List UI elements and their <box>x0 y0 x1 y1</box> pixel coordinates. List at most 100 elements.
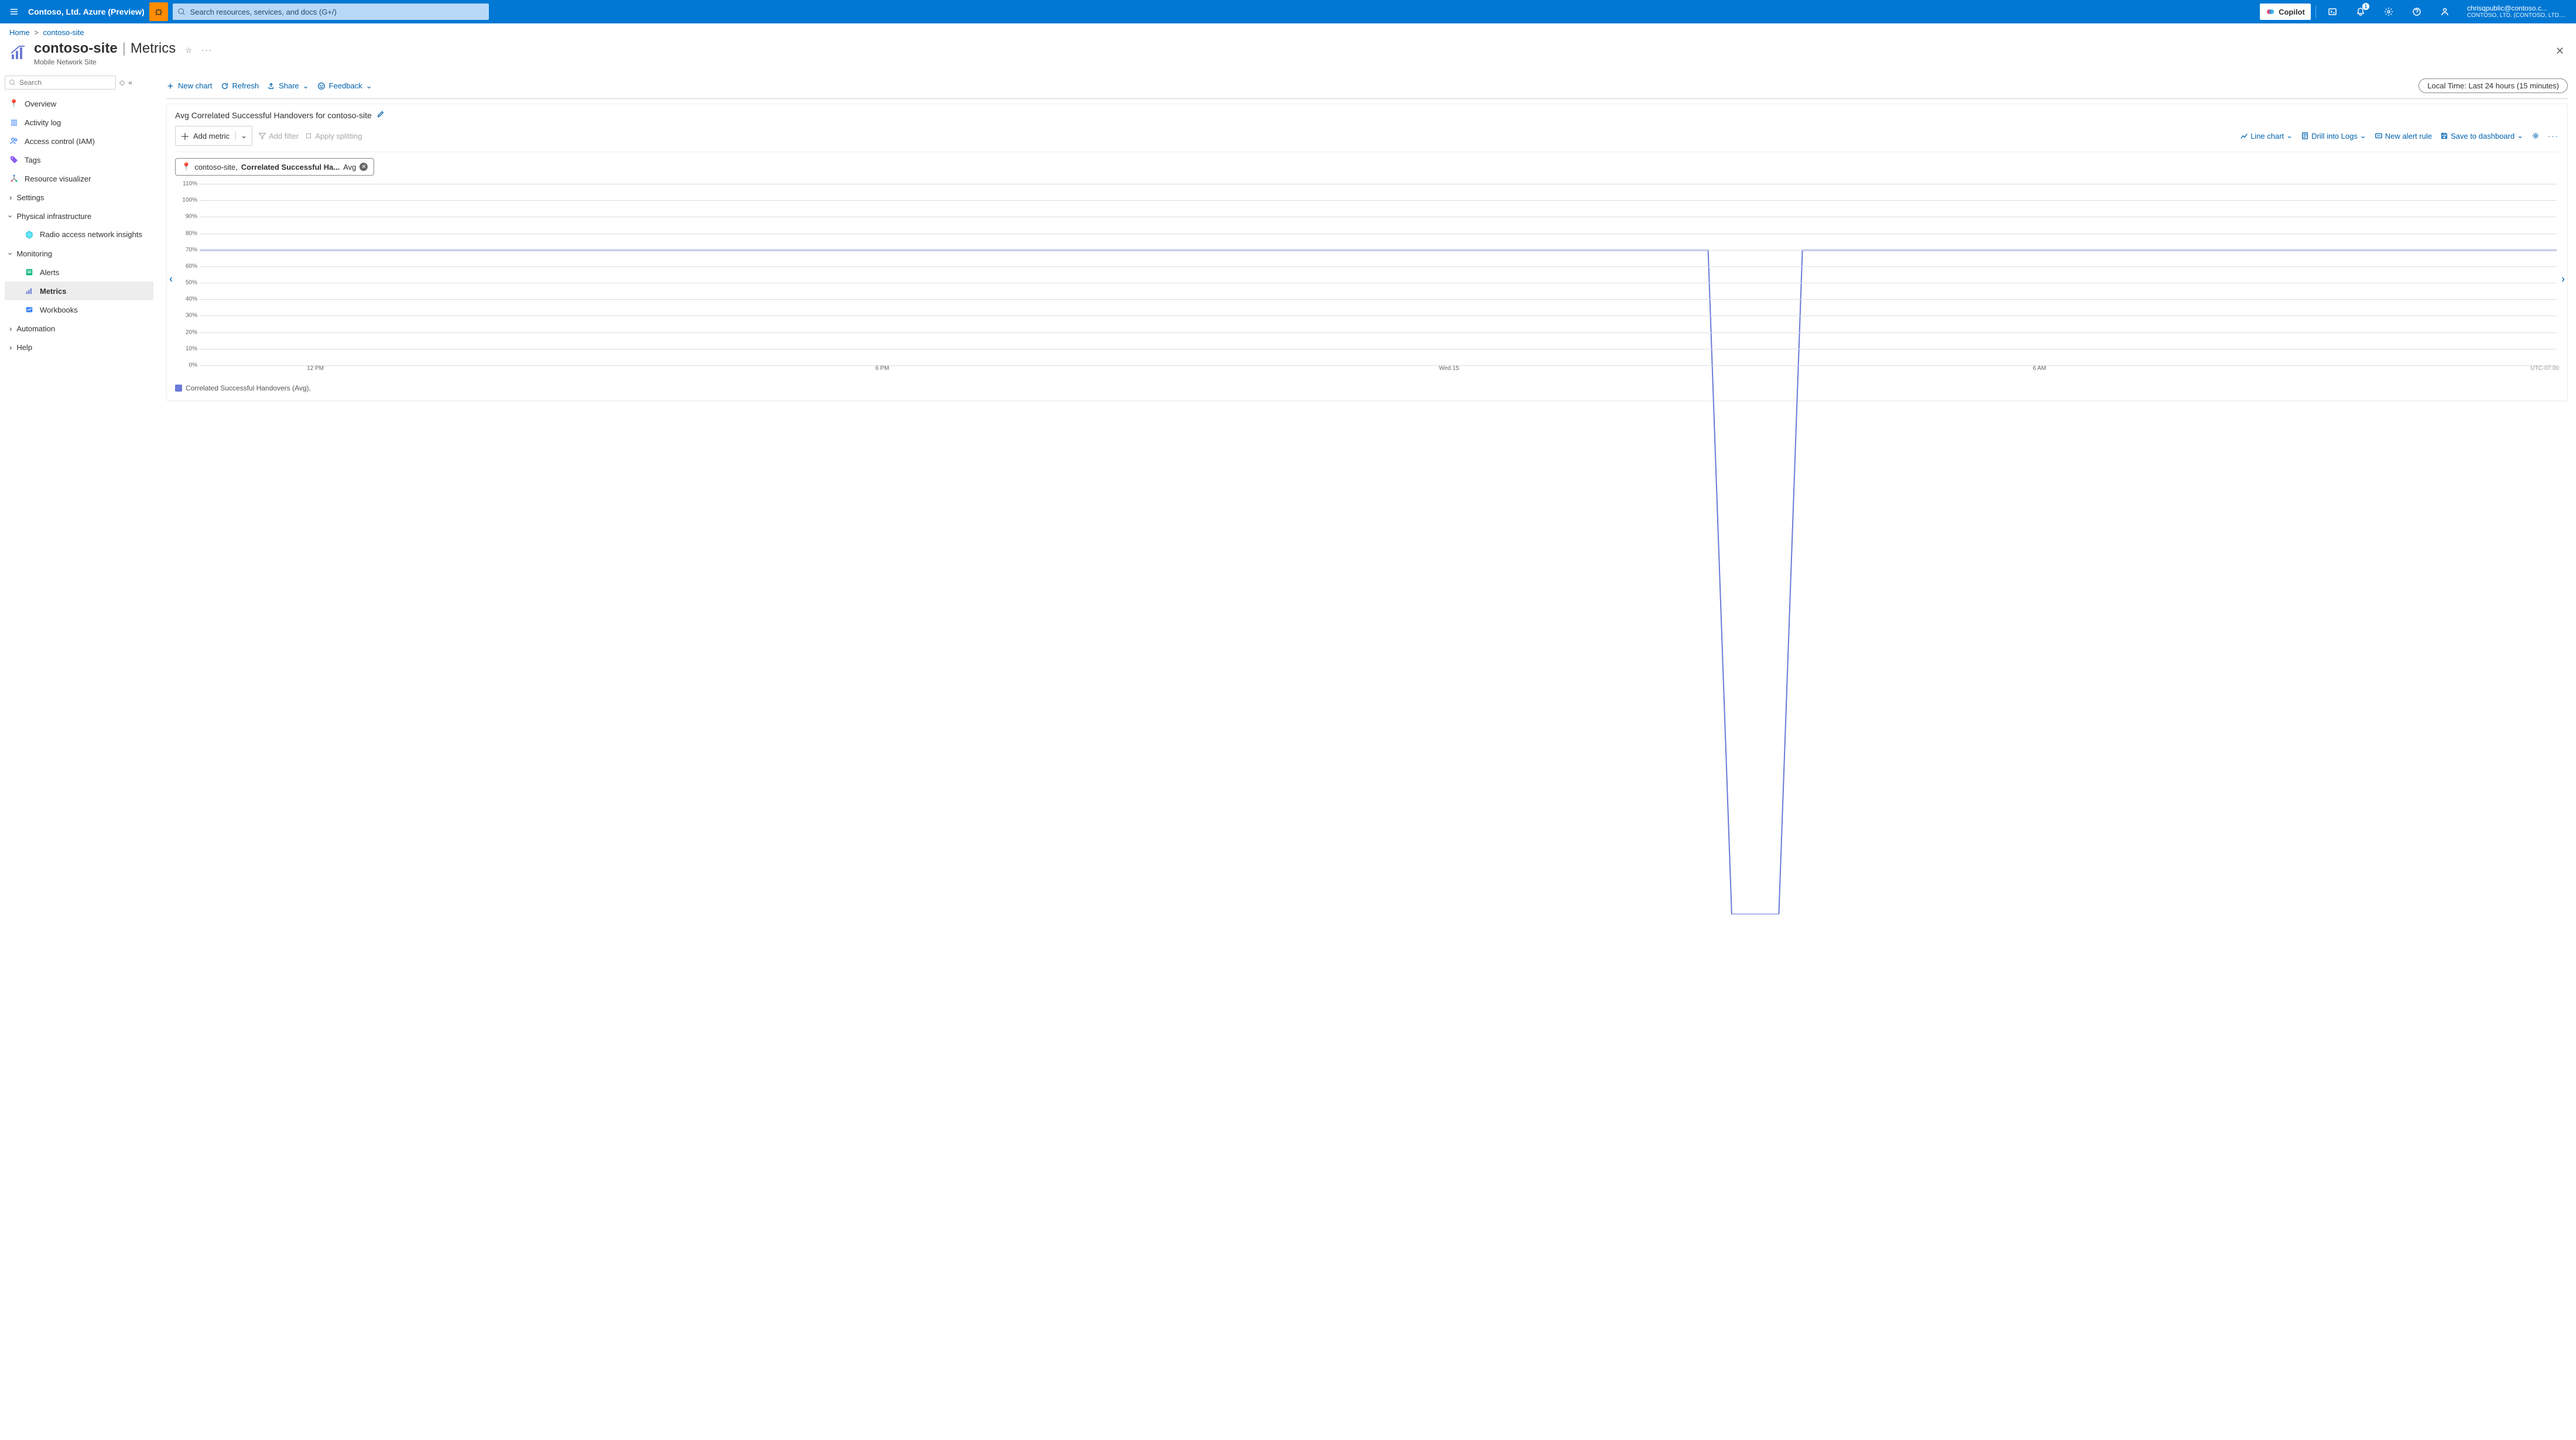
sidebar-item-tags[interactable]: Tags <box>5 150 153 169</box>
sidebar-item-activity-log[interactable]: ▥ Activity log <box>5 113 153 132</box>
sidebar-item-label: Workbooks <box>40 306 78 314</box>
chevron-down-icon: ⌄ <box>303 81 309 91</box>
sidebar-search-input[interactable] <box>18 78 112 87</box>
global-search[interactable] <box>173 4 489 20</box>
search-icon <box>9 79 16 86</box>
edit-title-button[interactable] <box>376 110 385 120</box>
new-alert-rule-button[interactable]: New alert rule <box>2375 132 2432 140</box>
metric-pill[interactable]: 📍 contoso-site, Correlated Successful Ha… <box>175 158 374 176</box>
save-to-dashboard-button[interactable]: Save to dashboard ⌄ <box>2440 131 2523 140</box>
chart-settings-button[interactable] <box>2532 132 2540 140</box>
share-button[interactable]: Share ⌄ <box>267 81 309 91</box>
cube-icon <box>25 230 34 239</box>
chevron-down-icon[interactable]: ⌄ <box>235 131 247 140</box>
menu-toggle-button[interactable] <box>5 2 23 21</box>
breadcrumb-home[interactable]: Home <box>9 28 30 37</box>
sidebar: ◇ « 📍 Overview ▥ Activity log Access con… <box>0 73 158 1440</box>
chart-x-axis: UTC-07:00 12 PM6 PMWed 156 AM <box>197 365 2559 377</box>
refresh-button[interactable]: Refresh <box>221 81 259 90</box>
account-menu[interactable]: chrisqpublic@contoso.c... CONTOSO, LTD. … <box>2461 5 2571 19</box>
sidebar-item-resource-visualizer[interactable]: Resource visualizer <box>5 169 153 188</box>
chart-next-button[interactable]: › <box>2561 273 2565 286</box>
chart-type-picker[interactable]: Line chart ⌄ <box>2240 131 2293 140</box>
y-tick-label: 50% <box>177 280 197 286</box>
global-search-input[interactable] <box>189 7 484 17</box>
y-tick-label: 20% <box>177 329 197 335</box>
chart-canvas[interactable]: 110%100%90%80%70%60%50%40%30%20%10%0% <box>177 184 2557 365</box>
sidebar-search[interactable] <box>5 76 116 90</box>
sidebar-section-label: Settings <box>16 193 44 202</box>
chart-prev-button[interactable]: ‹ <box>169 273 173 286</box>
sidebar-section-monitoring[interactable]: › Monitoring <box>5 244 153 263</box>
sidebar-section-settings[interactable]: › Settings <box>5 188 153 207</box>
sidebar-section-label: Help <box>16 343 32 352</box>
y-tick-label: 10% <box>177 345 197 352</box>
drill-logs-label: Drill into Logs <box>2311 132 2358 140</box>
new-chart-button[interactable]: New chart <box>166 81 213 90</box>
apply-splitting-button[interactable]: Apply splitting <box>304 132 362 140</box>
sidebar-expand-toggle[interactable]: ◇ <box>119 78 125 87</box>
y-tick-label: 110% <box>177 181 197 187</box>
sidebar-item-label: Radio access network insights <box>40 230 142 239</box>
chevron-down-icon: ⌄ <box>366 81 372 91</box>
sidebar-item-workbooks[interactable]: Workbooks <box>5 300 153 319</box>
notification-badge: 1 <box>2362 3 2369 10</box>
sidebar-item-metrics[interactable]: Metrics <box>5 282 153 300</box>
help-button[interactable] <box>2405 0 2428 23</box>
sidebar-section-physical[interactable]: › Physical infrastructure <box>5 207 153 225</box>
sidebar-section-label: Physical infrastructure <box>16 212 91 221</box>
notifications-button[interactable]: 1 <box>2349 0 2372 23</box>
sidebar-item-label: Activity log <box>25 118 61 127</box>
main-content: New chart Refresh Share ⌄ Feedback ⌄ Loc… <box>158 73 2576 1440</box>
breadcrumb-resource[interactable]: contoso-site <box>43 28 84 37</box>
report-bug-button[interactable] <box>149 2 168 21</box>
metric-pill-agg: Avg <box>343 163 356 172</box>
org-name[interactable]: Contoso, Ltd. Azure (Preview) <box>28 7 145 16</box>
favorite-button[interactable]: ☆ <box>185 46 192 55</box>
metrics-icon <box>25 286 34 296</box>
remove-metric-button[interactable]: ✕ <box>359 163 368 171</box>
people-icon <box>9 136 19 146</box>
close-blade-button[interactable]: ✕ <box>2556 45 2564 57</box>
resource-type-label: Mobile Network Site <box>34 58 213 66</box>
x-tick-label: Wed 15 <box>1439 365 1459 372</box>
y-tick-label: 0% <box>177 362 197 369</box>
top-bar: Contoso, Ltd. Azure (Preview) Copilot 1 … <box>0 0 2576 23</box>
sidebar-item-label: Metrics <box>40 287 67 296</box>
section-title: Metrics <box>131 40 176 57</box>
sidebar-item-iam[interactable]: Access control (IAM) <box>5 132 153 150</box>
breadcrumb-sep: > <box>34 28 39 37</box>
add-filter-button[interactable]: Add filter <box>258 132 299 140</box>
new-alert-label: New alert rule <box>2385 132 2432 140</box>
account-tenant: CONTOSO, LTD. (CONTOSO, LTD.... <box>2467 12 2565 19</box>
add-metric-label: Add metric <box>193 132 229 140</box>
sidebar-section-help[interactable]: › Help <box>5 338 153 356</box>
metric-pill-name: Correlated Successful Ha... <box>241 163 340 172</box>
sidebar-item-label: Access control (IAM) <box>25 137 95 146</box>
pin-icon: 📍 <box>181 162 191 172</box>
chart-title: Avg Correlated Successful Handovers for … <box>175 111 372 120</box>
cloud-shell-button[interactable] <box>2321 0 2344 23</box>
chart-type-label: Line chart <box>2250 132 2284 140</box>
sidebar-section-automation[interactable]: › Automation <box>5 319 153 338</box>
x-tick-label: 6 AM <box>2033 365 2046 372</box>
sidebar-item-overview[interactable]: 📍 Overview <box>5 94 153 113</box>
y-tick-label: 30% <box>177 313 197 319</box>
chart-svg <box>200 184 2557 914</box>
copilot-button[interactable]: Copilot <box>2260 4 2311 20</box>
y-tick-label: 60% <box>177 263 197 269</box>
y-tick-label: 90% <box>177 214 197 220</box>
feedback-button[interactable]: Feedback ⌄ <box>317 81 372 91</box>
feedback-top-button[interactable] <box>2433 0 2457 23</box>
sidebar-item-ran-insights[interactable]: Radio access network insights <box>5 225 153 244</box>
add-metric-button[interactable]: ＋ Add metric ⌄ <box>175 126 252 146</box>
sidebar-item-alerts[interactable]: Alerts <box>5 263 153 282</box>
chart-more-button[interactable]: ··· <box>2548 132 2559 140</box>
new-chart-label: New chart <box>178 81 213 90</box>
sidebar-collapse-button[interactable]: « <box>128 78 132 87</box>
drill-into-logs-button[interactable]: Drill into Logs ⌄ <box>2301 131 2366 140</box>
settings-button[interactable] <box>2377 0 2400 23</box>
more-actions-button[interactable]: ··· <box>201 46 213 54</box>
y-tick-label: 70% <box>177 246 197 253</box>
time-range-picker[interactable]: Local Time: Last 24 hours (15 minutes) <box>2419 78 2568 93</box>
